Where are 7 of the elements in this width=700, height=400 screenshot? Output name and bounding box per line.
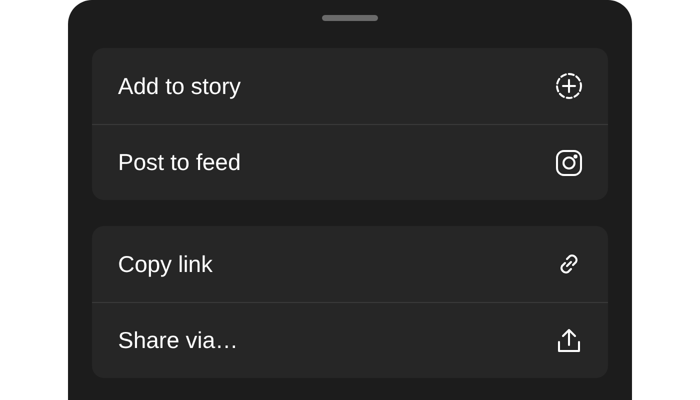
story-add-icon [554,71,584,101]
menu-item[interactable]: Copy link [92,226,608,302]
menu-item[interactable]: Share via… [92,302,608,378]
drag-handle[interactable] [322,15,378,21]
camera-icon [554,148,584,178]
menu-item[interactable]: Add to story [92,48,608,124]
menu-item[interactable]: Post to feed [92,124,608,200]
